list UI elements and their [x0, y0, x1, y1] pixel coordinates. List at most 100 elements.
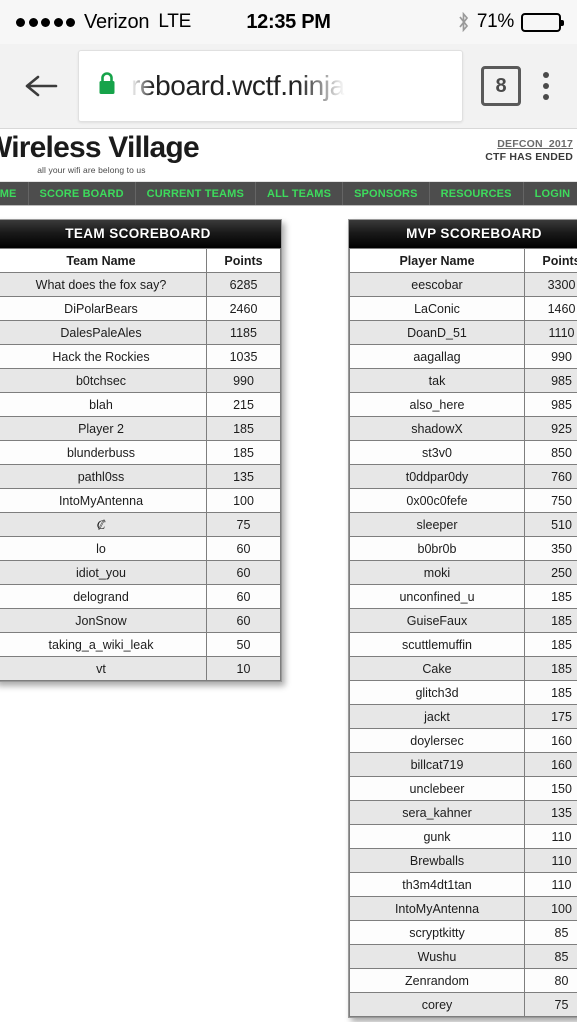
- table-row: st3v0 850: [349, 440, 577, 465]
- nav-item-sponsors[interactable]: SPONSORS: [343, 182, 430, 205]
- table-row: also_here 985: [349, 392, 577, 417]
- player-points-cell: 135: [524, 800, 577, 825]
- player-name-cell: IntoMyAntenna: [349, 896, 525, 921]
- team-scoreboard-table: Team Name Points What does the fox say? 6…: [0, 248, 281, 681]
- table-row: unclebeer 150: [349, 776, 577, 801]
- player-points-cell: 185: [524, 680, 577, 705]
- table-row: vt 10: [0, 656, 281, 681]
- player-name-cell: scryptkitty: [349, 920, 525, 945]
- address-bar[interactable]: reboard.wctf.ninja: [78, 50, 463, 122]
- table-row: shadowX 925: [349, 416, 577, 441]
- player-name-cell: th3m4dt1tan: [349, 872, 525, 897]
- site-tagline: all your wifi are belong to us: [37, 164, 146, 175]
- player-points-cell: 110: [524, 848, 577, 873]
- team-name-cell: Player 2: [0, 416, 207, 441]
- player-name-cell: DoanD_51: [349, 320, 525, 345]
- team-name-cell: IntoMyAntenna: [0, 488, 207, 513]
- table-row: t0ddpar0dy 760: [349, 464, 577, 489]
- player-name-cell: unclebeer: [349, 776, 525, 801]
- table-row: IntoMyAntenna 100: [349, 896, 577, 921]
- table-row: ₡ 75: [0, 512, 281, 537]
- nav-item-current-teams[interactable]: CURRENT TEAMS: [136, 182, 256, 205]
- nav-item-score-board[interactable]: SCORE BOARD: [29, 182, 136, 205]
- table-row: sera_kahner 135: [349, 800, 577, 825]
- team-name-cell: ₡: [0, 512, 207, 537]
- battery-percent-label: 71%: [476, 11, 514, 32]
- player-points-cell: 925: [524, 416, 577, 441]
- player-name-cell: Zenrandom: [349, 968, 525, 993]
- table-row: sleeper 510: [349, 512, 577, 537]
- nav-item-ome[interactable]: OME: [0, 182, 29, 205]
- status-bar-left: Verizon LTE: [16, 11, 191, 34]
- player-points-cell: 85: [524, 944, 577, 969]
- team-scoreboard-body: What does the fox say? 6285 DiPolarBears 24…: [0, 272, 281, 681]
- tab-count-button[interactable]: 8: [481, 66, 521, 106]
- team-points-cell: 6285: [206, 272, 281, 297]
- player-name-cell: eescobar: [349, 272, 525, 297]
- player-points-cell: 1460: [524, 296, 577, 321]
- table-row: doylersec 160: [349, 728, 577, 753]
- table-row: Zenrandom 80: [349, 968, 577, 993]
- team-name-cell: What does the fox say?: [0, 272, 207, 297]
- team-name-cell: blunderbuss: [0, 440, 207, 465]
- player-points-cell: 150: [524, 776, 577, 801]
- team-points-cell: 50: [206, 632, 281, 657]
- team-points-cell: 75: [206, 512, 281, 537]
- player-points-cell: 100: [524, 896, 577, 921]
- table-row: Wushu 85: [349, 944, 577, 969]
- table-header-row: Team Name Points: [0, 248, 281, 273]
- team-points-cell: 185: [206, 440, 281, 465]
- table-row: What does the fox say? 6285: [0, 272, 281, 297]
- table-row: Hack the Rockies 1035: [0, 344, 281, 369]
- table-row: eescobar 3300: [349, 272, 577, 297]
- team-name-cell: DiPolarBears: [0, 296, 207, 321]
- carrier-label: Verizon: [84, 10, 150, 33]
- url-text: reboard.wctf.ninja: [131, 70, 345, 101]
- player-name-cell: GuiseFaux: [349, 608, 525, 633]
- player-points-cell: 185: [524, 608, 577, 633]
- table-row: taking_a_wiki_leak 50: [0, 632, 281, 657]
- team-points-cell: 1185: [206, 320, 281, 345]
- player-name-cell: b0br0b: [349, 536, 525, 561]
- table-row: unconfined_u 185: [349, 584, 577, 609]
- table-row: gunk 110: [349, 824, 577, 849]
- table-row: idiot_you 60: [0, 560, 281, 585]
- back-button[interactable]: [14, 59, 68, 113]
- mvp-scoreboard-title: MVP SCOREBOARD: [349, 220, 577, 248]
- team-name-cell: b0tchsec: [0, 368, 207, 393]
- table-row: tak 985: [349, 368, 577, 393]
- nav-item-resources[interactable]: RESOURCES: [430, 182, 524, 205]
- nav-item-login[interactable]: LOGIN: [524, 182, 577, 205]
- overflow-menu-icon[interactable]: [529, 59, 563, 113]
- player-name-cell: also_here: [349, 392, 525, 417]
- mvp-scoreboard-body: eescobar 3300 LaConic 1460 DoanD_51 1110 aagal…: [349, 272, 577, 1017]
- player-name-cell: scuttlemuffin: [349, 632, 525, 657]
- column-header-player-name: Player Name: [349, 248, 525, 273]
- table-row: LaConic 1460: [349, 296, 577, 321]
- team-points-cell: 215: [206, 392, 281, 417]
- team-name-cell: lo: [0, 536, 207, 561]
- signal-strength-icon: [16, 17, 75, 27]
- player-points-cell: 185: [524, 656, 577, 681]
- team-points-cell: 990: [206, 368, 281, 393]
- site-branding: Wireless Village all your wifi are belon…: [0, 132, 200, 175]
- player-points-cell: 3300: [524, 272, 577, 297]
- defcon-year-link[interactable]: DEFCON_2017: [485, 138, 573, 150]
- player-name-cell: t0ddpar0dy: [349, 464, 525, 489]
- event-info: DEFCON_2017 CTF HAS ENDED: [485, 138, 573, 163]
- player-name-cell: st3v0: [349, 440, 525, 465]
- player-points-cell: 85: [524, 920, 577, 945]
- player-points-cell: 1110: [524, 320, 577, 345]
- team-points-cell: 100: [206, 488, 281, 513]
- player-name-cell: sleeper: [349, 512, 525, 537]
- nav-item-all-teams[interactable]: ALL TEAMS: [256, 182, 344, 205]
- mvp-scoreboard-table: Player Name Points eescobar 3300 LaConic 14…: [349, 248, 577, 1017]
- table-row: th3m4dt1tan 110: [349, 872, 577, 897]
- table-row: jackt 175: [349, 704, 577, 729]
- team-name-cell: DalesPaleAles: [0, 320, 207, 345]
- table-row: corey 75: [349, 992, 577, 1017]
- player-points-cell: 110: [524, 824, 577, 849]
- team-points-cell: 135: [206, 464, 281, 489]
- team-name-cell: JonSnow: [0, 608, 207, 633]
- player-points-cell: 80: [524, 968, 577, 993]
